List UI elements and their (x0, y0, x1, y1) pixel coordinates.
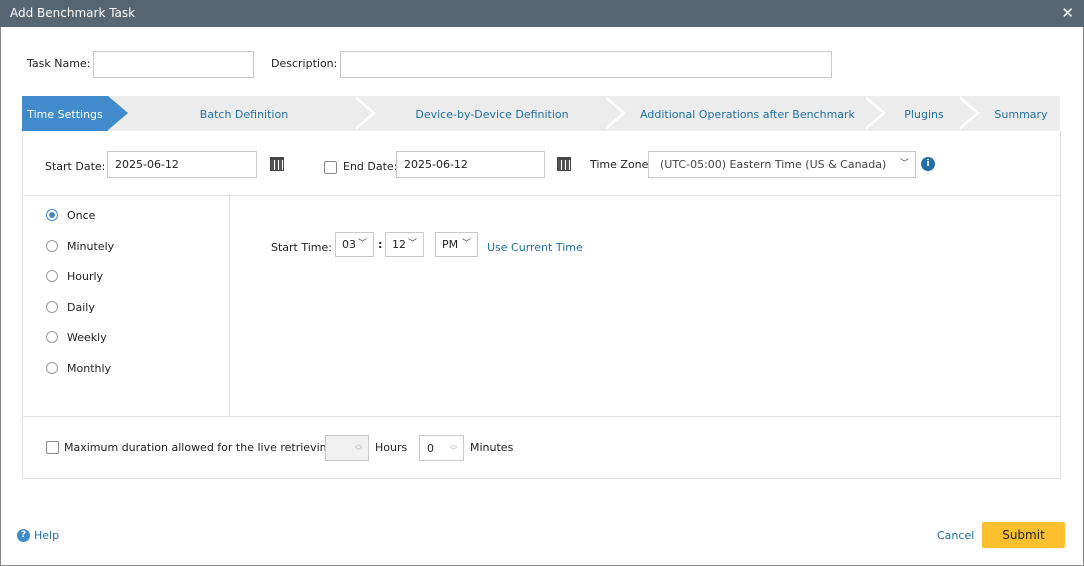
max-duration-label: Maximum duration allowed for the live re… (64, 441, 338, 454)
radio-monthly-label: Monthly (67, 362, 112, 375)
end-date-checkbox[interactable] (324, 161, 337, 174)
submit-button[interactable]: Submit (982, 522, 1065, 548)
timezone-select[interactable]: (UTC-05:00) Eastern Time (US & Canada) ﹀ (648, 151, 916, 178)
hour-value: 03 (342, 238, 356, 251)
spinner-icon[interactable]: ︿ ﹀ (355, 441, 362, 455)
timezone-value: (UTC-05:00) Eastern Time (US & Canada) (660, 158, 887, 171)
calendar-icon[interactable] (270, 157, 284, 171)
radio-once[interactable] (46, 209, 58, 221)
dialog-title: Add Benchmark Task (0, 0, 1084, 27)
max-duration-checkbox[interactable] (46, 441, 59, 454)
tab-additional-operations[interactable]: Additional Operations after Benchmark (630, 96, 865, 131)
radio-minutely[interactable] (46, 240, 58, 252)
task-name-input[interactable] (93, 51, 254, 78)
radio-hourly[interactable] (46, 270, 58, 282)
wizard-tabs: Time Settings Batch Definition Device-by… (22, 96, 1060, 131)
tab-summary[interactable]: Summary (982, 96, 1060, 131)
hour-select[interactable]: 03 ﹀ (335, 232, 374, 257)
time-separator: : (378, 238, 383, 251)
radio-once-label: Once (67, 209, 96, 222)
chevron-down-icon: ﹀ (357, 239, 367, 249)
radio-daily-label: Daily (67, 301, 95, 314)
radio-weekly-label: Weekly (67, 331, 107, 344)
end-date-label: End Date: (343, 160, 398, 173)
tab-batch-definition[interactable]: Batch Definition (132, 96, 356, 131)
radio-minutely-label: Minutely (67, 240, 115, 253)
spinner-icon[interactable]: ︿ ﹀ (450, 441, 457, 455)
close-icon[interactable]: ✕ (1061, 0, 1074, 27)
start-date-label: Start Date: (45, 160, 106, 173)
chevron-down-icon: ﹀ (899, 159, 909, 169)
tab-plugins[interactable]: Plugins (888, 96, 960, 131)
start-date-input[interactable]: 2025-06-12 (107, 151, 257, 178)
divider (229, 196, 230, 416)
cancel-button[interactable]: Cancel (937, 529, 974, 542)
tab-device-definition[interactable]: Device-by-Device Definition (380, 96, 604, 131)
minutes-value: 0 (427, 442, 434, 455)
task-name-label: Task Name: (27, 57, 91, 70)
radio-daily[interactable] (46, 301, 58, 313)
start-time-label: Start Time: (271, 241, 332, 254)
radio-weekly[interactable] (46, 331, 58, 343)
info-icon[interactable]: i (921, 157, 935, 171)
minute-select[interactable]: 12 ﹀ (385, 232, 424, 257)
minute-value: 12 (392, 238, 406, 251)
help-icon[interactable]: ? (17, 529, 30, 542)
minutes-stepper[interactable]: 0 ︿ ﹀ (419, 435, 464, 461)
end-date-input[interactable]: 2025-06-12 (396, 151, 545, 178)
radio-monthly[interactable] (46, 362, 58, 374)
help-link[interactable]: Help (34, 529, 59, 542)
calendar-icon[interactable] (557, 157, 571, 171)
time-settings-panel (22, 131, 1061, 479)
use-current-time-link[interactable]: Use Current Time (487, 241, 583, 254)
tab-time-settings[interactable]: Time Settings (22, 96, 108, 131)
chevron-down-icon: ﹀ (407, 239, 417, 249)
radio-hourly-label: Hourly (67, 270, 104, 283)
timezone-label: Time Zone: (590, 158, 653, 171)
chevron-down-icon: ﹀ (461, 239, 471, 249)
divider (23, 195, 1060, 196)
ampm-select[interactable]: PM ﹀ (435, 232, 478, 257)
ampm-value: PM (442, 238, 459, 251)
minutes-label: Minutes (470, 441, 514, 454)
hours-label: Hours (375, 441, 408, 454)
divider (23, 416, 1060, 417)
description-label: Description: (271, 57, 338, 70)
hours-stepper[interactable]: ︿ ﹀ (325, 435, 369, 461)
description-input[interactable] (340, 51, 832, 78)
